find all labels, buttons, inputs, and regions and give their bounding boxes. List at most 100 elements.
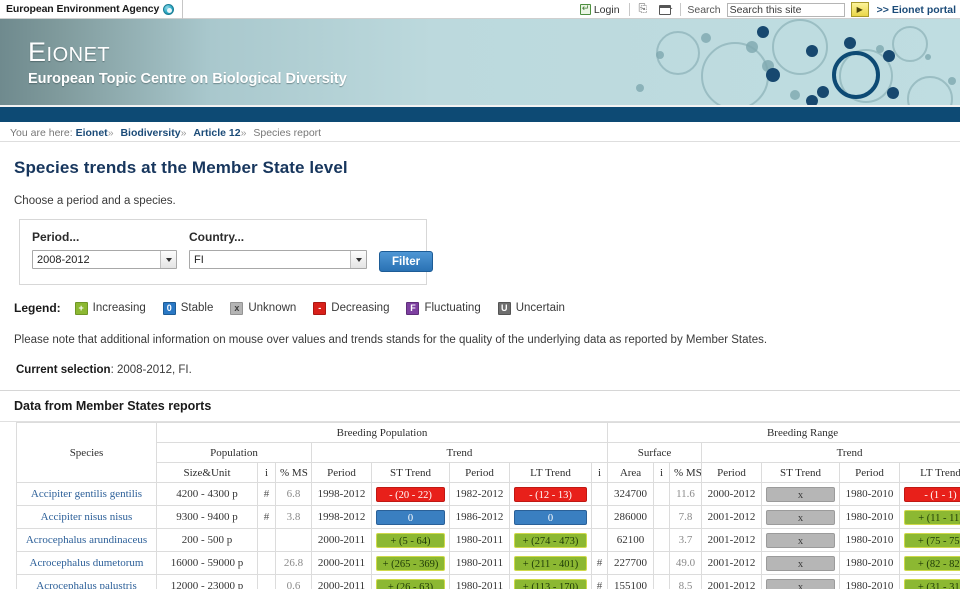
br-st-period: 2000-2012 [701, 482, 762, 506]
table-row: Accipiter nisus nisus 9300 - 9400 p #3.8 19… [16, 505, 960, 529]
species-name-link[interactable]: Acrocephalus arundinaceus [16, 528, 157, 552]
legend-label-increasing: Increasing [92, 302, 146, 314]
legend-item-fluctuating: F Fluctuating [406, 301, 481, 315]
bp-lt-trend[interactable]: - (12 - 13) [509, 482, 592, 506]
header-bp-lt-period: Period [449, 462, 510, 483]
site-title: EIONET [28, 37, 111, 67]
bp-st-period: 1998-2012 [311, 505, 372, 529]
header-breeding-range: Breeding Range [606, 422, 960, 443]
bp-st-trend[interactable]: - (20 - 22) [371, 482, 450, 506]
period-label: Period... [32, 230, 80, 244]
bp-st-trend[interactable]: + (26 - 63) [371, 574, 450, 589]
breadcrumb-current: Species report [253, 127, 322, 139]
br-area: 324700 [607, 482, 654, 506]
login-button[interactable]: Login [577, 3, 623, 16]
bp-lt-trend[interactable]: + (113 - 170) [509, 574, 592, 589]
bp-lt-trend-badge: + (274 - 473) [514, 532, 587, 548]
country-select[interactable]: FI [189, 250, 367, 269]
br-st-trend[interactable]: x [761, 482, 840, 506]
header-bp-size-info-icon[interactable]: i [257, 462, 276, 483]
bp-pct-ms [275, 528, 312, 552]
header-br-st-period: Period [701, 462, 762, 483]
breadcrumb-sep: » [180, 127, 187, 139]
print-icon: ⎘ [638, 3, 648, 15]
br-st-trend[interactable]: x [761, 574, 840, 589]
species-name-link[interactable]: Accipiter nisus nisus [16, 505, 157, 529]
species-data-table: Species Breeding Population Breeding Ran… [16, 422, 960, 589]
bp-st-trend-badge: + (265 - 369) [376, 555, 445, 571]
br-lt-trend-badge: + (31 - 31) [904, 578, 960, 589]
filter-panel: Period... 2008-2012 Country... FI Filter [19, 219, 434, 285]
eea-agency-tab[interactable]: European Environment Agency [0, 0, 184, 19]
br-st-trend-badge: x [766, 555, 835, 571]
br-lt-trend-badge: - (1 - 1) [904, 486, 960, 502]
species-name-link[interactable]: Acrocephalus dumetorum [16, 551, 157, 575]
bp-st-trend[interactable]: + (5 - 64) [371, 528, 450, 552]
table-row: Acrocephalus dumetorum 16000 - 59000 p 26.… [16, 551, 960, 575]
br-pct-ms: 8.5 [669, 574, 702, 589]
bp-size-quality-marker [257, 574, 276, 589]
br-pct-ms: 3.7 [669, 528, 702, 552]
bp-st-trend[interactable]: + (265 - 369) [371, 551, 450, 575]
period-select-wrap[interactable]: 2008-2012 [32, 250, 177, 269]
legend-item-increasing: + Increasing [74, 301, 146, 315]
header-bp-trend-info-icon[interactable]: i [591, 462, 608, 483]
br-st-period: 2001-2012 [701, 551, 762, 575]
br-lt-trend[interactable]: + (75 - 75) [899, 528, 960, 552]
bp-size-unit: 4200 - 4300 p [156, 482, 258, 506]
br-st-trend-badge: x [766, 486, 835, 502]
page-intro: Choose a period and a species. [14, 195, 176, 207]
br-st-trend[interactable]: x [761, 505, 840, 529]
bp-trend-quality-marker: # [591, 574, 608, 589]
table-body: Accipiter gentilis gentilis 4200 - 4300 p… [16, 482, 960, 589]
search-label: Search [687, 3, 721, 16]
breadcrumb-item-eionet[interactable]: Eionet [76, 127, 108, 139]
data-quality-note: Please note that additional information … [14, 334, 768, 346]
br-st-trend-badge: x [766, 532, 835, 548]
legend-item-decreasing: - Decreasing [313, 301, 390, 315]
br-lt-trend[interactable]: + (82 - 82) [899, 551, 960, 575]
new-window-icon [659, 3, 673, 15]
bp-st-trend[interactable]: 0 [371, 505, 450, 529]
header-bp-pct-ms: % MS [275, 462, 312, 483]
br-area-quality-marker [653, 528, 670, 552]
new-window-button[interactable] [656, 3, 674, 15]
breadcrumb-item-biodiversity[interactable]: Biodiversity [120, 127, 180, 139]
header-br-area-info-icon[interactable]: i [653, 462, 670, 483]
eionet-portal-link[interactable]: >> Eionet portal [875, 4, 956, 16]
header-population: Population [156, 442, 312, 463]
legend-label-fluctuating: Fluctuating [424, 302, 481, 314]
search-go-button[interactable]: ▶ [850, 2, 869, 17]
br-lt-period: 1980-2010 [839, 574, 900, 589]
legend-label-decreasing: Decreasing [331, 302, 390, 314]
breadcrumb: You are here: Eionet» Biodiversity» Arti… [0, 125, 960, 142]
br-pct-ms: 11.6 [669, 482, 702, 506]
legend-item-stable: 0 Stable [162, 301, 213, 315]
bp-lt-trend[interactable]: + (211 - 401) [509, 551, 592, 575]
header-bp-st-trend: ST Trend [371, 462, 450, 483]
species-name-link[interactable]: Acrocephalus palustris [16, 574, 157, 589]
breadcrumb-item-article12[interactable]: Article 12 [193, 127, 240, 139]
br-area: 155100 [607, 574, 654, 589]
search-input[interactable]: Search this site [726, 2, 845, 17]
br-lt-trend[interactable]: + (31 - 31) [899, 574, 960, 589]
period-select[interactable]: 2008-2012 [32, 250, 177, 269]
legend-title: Legend: [14, 301, 61, 315]
br-lt-trend[interactable]: + (11 - 11) [899, 505, 960, 529]
bp-lt-trend-badge: 0 [514, 509, 587, 525]
br-lt-trend[interactable]: - (1 - 1) [899, 482, 960, 506]
bp-size-unit: 9300 - 9400 p [156, 505, 258, 529]
bp-lt-trend[interactable]: 0 [509, 505, 592, 529]
br-st-trend[interactable]: x [761, 528, 840, 552]
bp-lt-trend[interactable]: + (274 - 473) [509, 528, 592, 552]
species-name-link[interactable]: Accipiter gentilis gentilis [16, 482, 157, 506]
br-st-trend[interactable]: x [761, 551, 840, 575]
data-section-title: Data from Member States reports [0, 391, 960, 422]
header-breeding-population: Breeding Population [156, 422, 608, 443]
print-button[interactable]: ⎘ [636, 4, 651, 15]
br-st-period: 2001-2012 [701, 574, 762, 589]
bp-st-period: 2000-2011 [311, 528, 372, 552]
bp-pct-ms: 6.8 [275, 482, 312, 506]
country-select-wrap[interactable]: FI [189, 250, 367, 269]
filter-button[interactable]: Filter [379, 251, 434, 272]
